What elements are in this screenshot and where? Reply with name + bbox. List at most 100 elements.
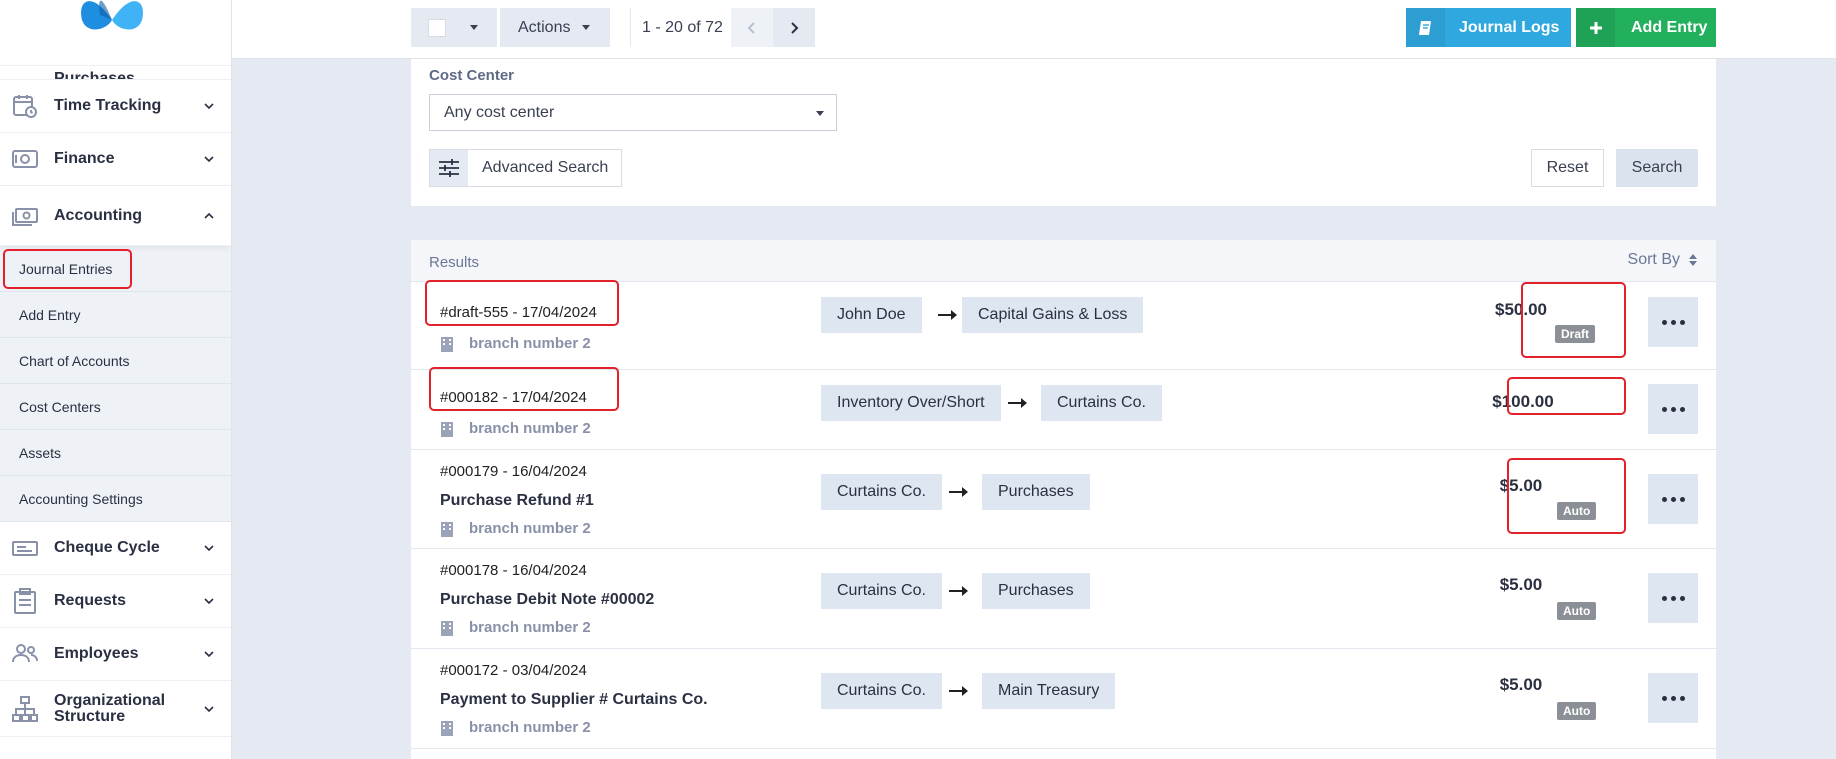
highlight-box [1507,458,1626,534]
prev-page-button[interactable] [731,8,773,47]
entry-description: Payment to Supplier # Curtains Co. [440,691,708,708]
table-row[interactable]: #000179 - 16/04/2024 Purchase Refund #1 … [411,450,1716,549]
from-account[interactable]: Curtains Co. [821,474,942,510]
sidebar-subitem-add-entry[interactable]: Add Entry [0,292,231,338]
dot-icon [1661,319,1667,325]
entry-id: #000178 - 16/04/2024 [440,562,587,579]
book-icon [1406,8,1445,47]
journal-logs-button[interactable]: Journal Logs [1406,8,1571,47]
clipboard-icon [12,588,38,614]
sidebar-subitem-label: Add Entry [19,306,81,323]
branch: branch number 2 [440,619,591,636]
dot-icon [1670,496,1676,502]
arrow-right-icon [938,310,957,320]
chevron-down-icon [204,705,214,712]
actions-dropdown[interactable]: Actions [500,8,610,47]
branch: branch number 2 [440,335,591,352]
building-icon [441,336,453,352]
select-all-dropdown[interactable] [411,8,497,47]
status-badge: Auto [1557,602,1597,620]
entry-id: #draft-555 - 17/04/2024 [440,304,597,321]
table-row[interactable]: #000172 - 03/04/2024 Payment to Supplier… [411,649,1716,749]
sliders-icon [430,150,468,186]
dot-icon [1679,496,1685,502]
dot-icon [1679,695,1685,701]
arrow-right-icon [949,586,968,596]
next-page-button[interactable] [773,8,815,47]
from-account[interactable]: Curtains Co. [821,673,942,709]
chevron-down-icon [204,651,214,658]
chevron-up-icon [204,212,214,219]
calendar-clock-icon [12,93,38,119]
dot-icon [1679,319,1685,325]
sidebar-item-employees[interactable]: Employees [0,628,231,681]
select-all-checkbox[interactable] [428,18,446,37]
butterfly-logo-icon [81,0,143,30]
sidebar-item-label: Purchases [54,70,135,80]
row-menu-button[interactable] [1648,673,1698,723]
sidebar-item-requests[interactable]: Requests [0,575,231,628]
sidebar-item-accounting[interactable]: Accounting [0,186,231,246]
search-button[interactable]: Search [1616,149,1698,187]
row-menu-button[interactable] [1648,573,1698,623]
arrow-right-icon [949,686,968,696]
advanced-search-button[interactable]: Advanced Search [429,149,622,187]
sidebar-item-finance[interactable]: Finance [0,133,231,186]
entry-id: #000172 - 03/04/2024 [440,662,587,679]
cheque-icon [12,535,38,561]
top-toolbar: Actions 1 - 20 of 72 Journal Logs Add En… [232,0,1836,59]
sidebar-subitem-label: Accounting Settings [19,490,143,507]
reset-button[interactable]: Reset [1531,149,1604,187]
sidebar-subitem-accounting-settings[interactable]: Accounting Settings [0,476,231,522]
status-badge: Auto [1557,502,1597,520]
sort-by-button[interactable]: Sort By [1628,251,1698,269]
amount: $5.00 [1499,675,1543,694]
to-account[interactable]: Purchases [982,474,1090,510]
branch-label: branch number 2 [469,619,591,636]
chevron-down-icon [204,545,214,552]
chevron-down-icon [204,103,214,110]
table-row[interactable]: #000182 - 17/04/2024 branch number 2 Inv… [411,367,1716,450]
cost-center-value: Any cost center [444,104,555,121]
row-menu-button[interactable] [1648,384,1698,434]
branch-label: branch number 2 [469,335,591,352]
table-row[interactable]: #000178 - 16/04/2024 Purchase Debit Note… [411,549,1716,649]
amount: $100.00 [1492,392,1554,411]
to-account[interactable]: Curtains Co. [1041,385,1162,421]
journal-logs-label: Journal Logs [1459,18,1560,36]
to-account[interactable]: Purchases [982,573,1090,609]
caret-down-icon [582,25,591,30]
chevron-left-icon [747,21,755,34]
actions-label: Actions [518,18,571,36]
sidebar-item-organizational-structure[interactable]: Organizational Structure [0,681,231,737]
row-menu-button[interactable] [1648,474,1698,524]
from-account[interactable]: Curtains Co. [821,573,942,609]
sidebar-subitem-chart-of-accounts[interactable]: Chart of Accounts [0,338,231,384]
sidebar-subitem-label: Assets [19,444,62,461]
sidebar-item-cheque-cycle[interactable]: Cheque Cycle [0,522,231,575]
dot-icon [1679,406,1685,412]
sidebar-subitem-journal-entries[interactable]: Journal Entries [0,246,231,292]
dot-icon [1661,695,1667,701]
pager-text: 1 - 20 of 72 [642,19,723,36]
accounting-submenu: Journal Entries Add Entry Chart of Accou… [0,246,231,522]
results-label: Results [429,254,480,271]
row-menu-button[interactable] [1648,297,1698,347]
building-icon [441,720,453,736]
sidebar-subitem-label: Cost Centers [19,398,101,415]
from-account[interactable]: Inventory Over/Short [821,385,1001,421]
table-row[interactable]: #draft-555 - 17/04/2024 branch number 2 … [411,280,1716,370]
to-account[interactable]: Main Treasury [982,673,1116,709]
arrow-right-icon [949,487,968,497]
status-badge: Draft [1555,325,1596,343]
cost-center-select[interactable]: Any cost center [429,94,837,131]
branch-label: branch number 2 [469,420,591,437]
sidebar-subitem-cost-centers[interactable]: Cost Centers [0,384,231,430]
add-entry-button[interactable]: Add Entry [1576,8,1716,47]
sidebar-subitem-assets[interactable]: Assets [0,430,231,476]
to-account[interactable]: Capital Gains & Loss [962,297,1144,333]
sidebar-item-time-tracking[interactable]: Time Tracking [0,80,231,133]
amount: $5.00 [1499,575,1543,594]
sidebar-item-purchases[interactable]: Purchases [0,66,231,80]
from-account[interactable]: John Doe [821,297,922,333]
